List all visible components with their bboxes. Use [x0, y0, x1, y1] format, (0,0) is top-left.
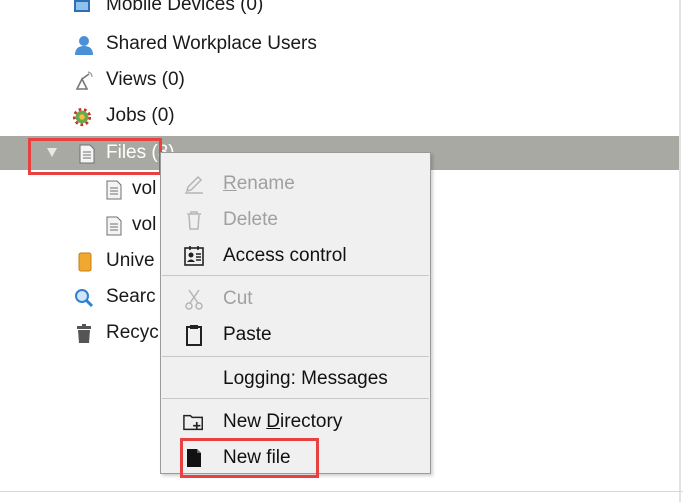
menu-item-paste[interactable]: Paste: [161, 317, 430, 351]
user-icon: [74, 35, 94, 55]
tree-item-label: Mobile Devices (0): [106, 0, 264, 15]
tree-item-mobile-devices[interactable]: Mobile Devices (0): [0, 0, 679, 22]
menu-item-delete[interactable]: Delete: [161, 202, 430, 236]
trash-icon: [74, 324, 94, 344]
menu-item-label: Paste: [223, 324, 272, 345]
mobile-devices-icon: [72, 0, 92, 16]
tree-item-label: Shared Workplace Users: [106, 33, 317, 54]
tree-item-label: Searc: [106, 286, 156, 307]
tree-item-jobs[interactable]: Jobs (0): [0, 99, 679, 133]
file-icon: [104, 216, 124, 236]
menu-item-access-control[interactable]: Access control: [161, 238, 430, 272]
clipboard-icon: [183, 324, 205, 346]
access-control-icon: [183, 245, 205, 267]
tree-item-label: vol: [132, 178, 157, 199]
panel-border-bottom: [0, 491, 683, 492]
context-menu: Rename Delete Access control Cut Paste L…: [160, 152, 431, 474]
delete-trash-icon: [183, 209, 205, 231]
files-highlight-box: [28, 138, 162, 175]
menu-item-label: New Directory: [223, 411, 343, 432]
tree-item-views[interactable]: Views (0): [0, 63, 679, 97]
scissors-icon: [183, 288, 205, 310]
menu-item-label: Cut: [223, 288, 253, 309]
tree-item-shared-workplace-users[interactable]: Shared Workplace Users: [0, 27, 679, 61]
menu-item-label: Access control: [223, 245, 347, 266]
universe-book-icon: [75, 252, 95, 272]
tree-item-label: Unive: [106, 250, 155, 271]
search-icon: [74, 288, 94, 308]
new-folder-icon: [183, 411, 205, 433]
new-file-highlight-box: [180, 438, 319, 478]
menu-item-rename[interactable]: Rename: [161, 166, 430, 200]
tree-item-label: vol: [132, 214, 157, 235]
menu-item-label: Delete: [223, 209, 278, 230]
menu-separator: [162, 356, 429, 357]
jobs-gear-icon: [72, 107, 92, 127]
menu-item-label: Rename: [223, 173, 295, 194]
views-satellite-icon: [74, 71, 94, 91]
menu-separator: [162, 398, 429, 399]
menu-separator: [162, 275, 429, 276]
menu-item-cut[interactable]: Cut: [161, 281, 430, 315]
rename-pencil-icon: [183, 173, 205, 195]
menu-item-logging-messages[interactable]: Logging: Messages: [161, 361, 430, 395]
tree-item-label: Jobs (0): [106, 105, 175, 126]
file-icon: [104, 180, 124, 200]
menu-item-label: Logging: Messages: [223, 368, 388, 389]
panel-border-right: [679, 0, 681, 502]
tree-item-label: Recyc: [106, 322, 159, 343]
tree-item-label: Views (0): [106, 69, 185, 90]
menu-item-new-directory[interactable]: New Directory: [161, 404, 430, 438]
